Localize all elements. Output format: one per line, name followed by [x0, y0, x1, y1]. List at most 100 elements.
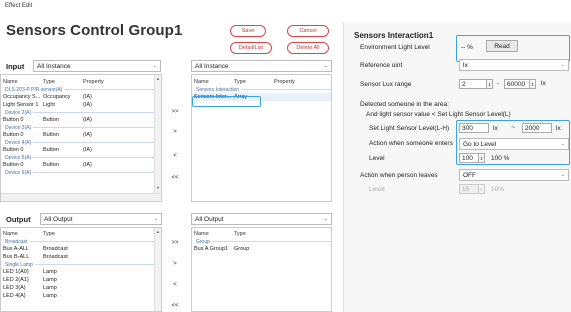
cell-type: Light [43, 102, 55, 108]
cell-name: Occupancy S... [3, 94, 41, 100]
col-type: Type [43, 231, 55, 237]
cell-prop: (IA) [83, 117, 92, 123]
col-name: Name [3, 79, 18, 85]
save-button[interactable]: Save [230, 25, 266, 37]
input-hscrollbar[interactable] [1, 193, 161, 201]
table-row[interactable]: Bus A-ALL Broadcast [1, 245, 161, 253]
delete-all-button[interactable]: Delete All [287, 42, 329, 54]
lux-max-input[interactable]: 60000 [504, 79, 530, 89]
list-group-header: DLS-203-P PIR sensor(A) [1, 86, 161, 93]
leave-level-spinner-icon[interactable]: ⇕ [478, 184, 485, 194]
cell-prop: (IA) [83, 102, 92, 108]
table-row[interactable]: Button 0 Button (IA) [1, 146, 161, 154]
move-all-left-button[interactable]: << [168, 173, 182, 183]
table-row[interactable]: LED 3(A) Lamp [1, 284, 161, 292]
col-property: Property [83, 79, 104, 85]
input-rows: DLS-203-P PIR sensor(A) Occupancy S... Occ… [1, 86, 161, 176]
level-label: Level [369, 155, 385, 162]
table-row[interactable]: Light Sensor 1 Light (IA) [1, 101, 161, 109]
table-row[interactable]: Button 0 Button (IA) [1, 116, 161, 124]
selected-output-header: Name Type [192, 230, 331, 238]
list-group-header: Device 5(A) [1, 154, 161, 161]
input-filter-select[interactable]: All Instance ⌄ [33, 60, 161, 72]
leave-level-label: Level [369, 186, 385, 193]
env-light-label: Environment Light Level [360, 44, 430, 51]
col-property: Property [274, 79, 295, 85]
list-group-header: Device 4(A) [1, 139, 161, 146]
chevron-down-icon: ⌄ [560, 62, 565, 68]
read-button[interactable]: Read [486, 40, 518, 52]
selected-output-group: Group [192, 238, 331, 245]
cell-type: Button [43, 132, 59, 138]
table-row[interactable]: Occupancy S... Occupancy (IA) [1, 93, 161, 101]
page-title: Sensors Control Group1 [6, 22, 183, 39]
lux-max-spinner-icon[interactable]: ⇕ [529, 79, 536, 89]
cell-name: Button 0 [3, 117, 24, 123]
cancel-button[interactable]: Cancel [287, 25, 329, 37]
cell-prop: (IA) [83, 162, 92, 168]
lux-range-label: Sensor Lux range [360, 81, 412, 88]
move-right-button[interactable]: > [168, 127, 182, 137]
selected-input-list[interactable]: Name Type Property Sensors Interaction S… [191, 74, 332, 202]
selected-output-list[interactable]: Name Type Group Bus A Group1 Group [191, 227, 332, 312]
reference-unit-select[interactable]: lx ⌄ [459, 59, 569, 71]
level-percent: 100 % [491, 155, 510, 162]
leave-action-value: OFF [463, 171, 476, 179]
selected-input-filter-value: All Instance [195, 62, 229, 70]
row-type: Group [234, 246, 250, 252]
cell-name: Button 0 [3, 132, 24, 138]
selected-output-filter-value: All Output [195, 215, 224, 223]
set-tilde: ~ [511, 124, 515, 131]
output-list[interactable]: Name Type Broadcast Bus A-ALL Broadcast Bus… [0, 227, 162, 312]
table-row[interactable]: LED 1(A0) Lamp [1, 268, 161, 276]
lux-min-spinner-icon[interactable]: ⇕ [486, 79, 493, 89]
scroll-down-icon[interactable]: ▼ [156, 185, 160, 190]
cell-name: Bus B-ALL [3, 254, 30, 260]
selected-output-row[interactable]: Bus A Group1 Group [192, 245, 331, 253]
output-move-all-right-button[interactable]: >> [168, 238, 182, 248]
move-all-right-button[interactable]: >> [168, 107, 182, 117]
detail-list-button[interactable]: Detail/List [230, 42, 272, 54]
input-scrollbar[interactable] [154, 75, 161, 193]
level-input[interactable]: 100 [459, 153, 479, 163]
cell-name: Button 0 [3, 147, 24, 153]
interaction-title: Sensors Interaction1 [354, 31, 434, 40]
leave-action-select[interactable]: OFF ⌄ [459, 169, 569, 181]
output-scrollbar[interactable] [154, 228, 161, 311]
scroll-up-icon[interactable]: ▲ [156, 229, 160, 234]
reference-unit-label: Reference uint [360, 62, 403, 69]
list-group-header: Device 2(A) [1, 109, 161, 116]
output-move-all-left-button[interactable]: << [168, 301, 182, 311]
output-move-left-button[interactable]: < [168, 280, 182, 290]
selected-input-filter-select[interactable]: All Instance ⌄ [191, 60, 332, 72]
table-row[interactable]: LED 2(A1) Lamp [1, 276, 161, 284]
scroll-up-icon[interactable]: ▲ [156, 76, 160, 81]
output-move-right-button[interactable]: > [168, 259, 182, 269]
table-row[interactable]: Button 0 Button (IA) [1, 161, 161, 169]
table-row[interactable]: Button 0 Button (IA) [1, 131, 161, 139]
leave-level-percent: 10% [491, 186, 505, 193]
cell-name: LED 2(A1) [3, 277, 29, 283]
col-type: Type [234, 231, 246, 237]
enter-action-value: Go to Level [463, 140, 497, 148]
input-label: Input [6, 62, 25, 71]
lux-min-input[interactable]: 2 [459, 79, 487, 89]
set-low-unit: lx [493, 125, 498, 132]
chevron-down-icon: ⌄ [153, 216, 158, 222]
level-spinner-icon[interactable]: ⇕ [478, 153, 485, 163]
move-left-button[interactable]: < [168, 151, 182, 161]
input-list[interactable]: Name Type Property DLS-203-P PIR sensor(… [0, 74, 162, 202]
enter-action-select[interactable]: Go to Level ⌄ [459, 138, 569, 150]
table-row[interactable]: Bus B-ALL Broadcast [1, 253, 161, 261]
set-high-input[interactable]: 2000 [522, 123, 552, 133]
selected-row-highlight [192, 96, 261, 107]
set-low-input[interactable]: 300 [459, 123, 489, 133]
set-high-unit: lx [556, 125, 561, 132]
selected-output-filter-select[interactable]: All Output ⌄ [191, 213, 332, 225]
chevron-down-icon: ⌄ [323, 216, 328, 222]
col-name: Name [3, 231, 18, 237]
table-row[interactable]: LED 4(A) Lamp [1, 292, 161, 300]
output-filter-select[interactable]: All Output ⌄ [40, 213, 162, 225]
selected-input-header: Name Type Property [192, 78, 331, 86]
leave-level-input[interactable]: 10 [459, 184, 479, 194]
